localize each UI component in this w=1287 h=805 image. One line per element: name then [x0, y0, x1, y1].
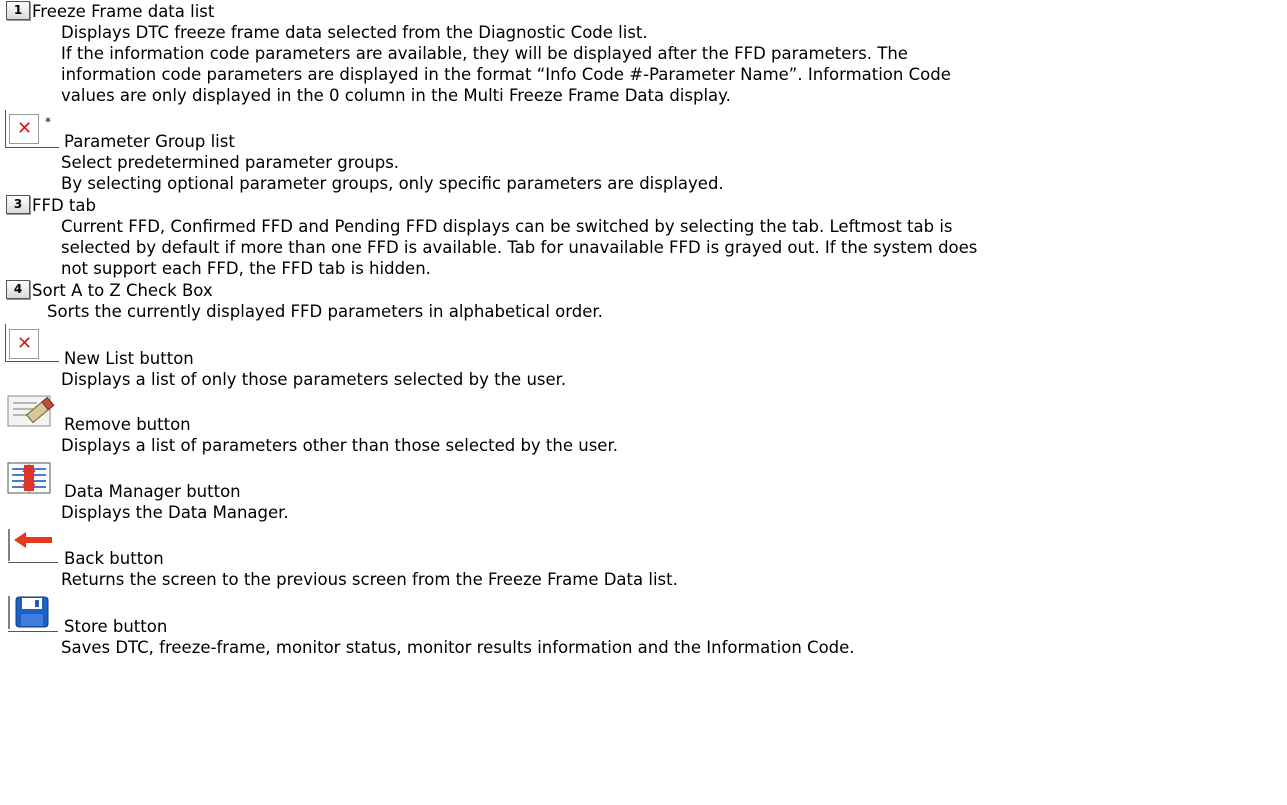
- number-badge: 3: [6, 195, 30, 214]
- description-line: Returns the screen to the previous scree…: [61, 570, 678, 589]
- image-frame: [5, 324, 59, 362]
- description-line: Displays a list of only those parameters…: [61, 370, 567, 389]
- image-frame: [8, 528, 58, 563]
- section-title: New List button: [64, 349, 194, 368]
- description-line: Sorts the currently displayed FFD parame…: [47, 302, 603, 321]
- section-title: Data Manager button: [64, 482, 241, 501]
- description-line: not support each FFD, the FFD tab is hid…: [61, 259, 431, 278]
- eraser-icon: [7, 395, 57, 430]
- description-line: Saves DTC, freeze-frame, monitor status,…: [61, 638, 855, 657]
- section-title: Remove button: [64, 415, 191, 434]
- image-frame: [5, 110, 59, 148]
- section-title: Store button: [64, 617, 168, 636]
- number-badge: 4: [6, 280, 30, 299]
- description-line: Displays DTC freeze frame data selected …: [61, 23, 648, 42]
- number-badge: 1: [6, 1, 30, 20]
- description-line: If the information code parameters are a…: [61, 44, 908, 63]
- section-title: Parameter Group list: [64, 132, 235, 151]
- section-title: Back button: [64, 549, 164, 568]
- description-line: Displays the Data Manager.: [61, 503, 289, 522]
- description-line: Select predetermined parameter groups.: [61, 153, 400, 172]
- description-line: Displays a list of parameters other than…: [61, 436, 618, 455]
- description-line: information code parameters are displaye…: [61, 65, 951, 84]
- description-line: values are only displayed in the 0 colum…: [61, 86, 731, 105]
- description-line: By selecting optional parameter groups, …: [61, 174, 724, 193]
- description-line: Current FFD, Confirmed FFD and Pending F…: [61, 217, 953, 236]
- description-line: selected by default if more than one FFD…: [61, 238, 978, 257]
- image-frame: [8, 595, 58, 632]
- section-title: Sort A to Z Check Box: [32, 281, 213, 300]
- data-manager-icon: [7, 462, 57, 496]
- section-title: FFD tab: [32, 196, 96, 215]
- section-title: Freeze Frame data list: [32, 2, 215, 21]
